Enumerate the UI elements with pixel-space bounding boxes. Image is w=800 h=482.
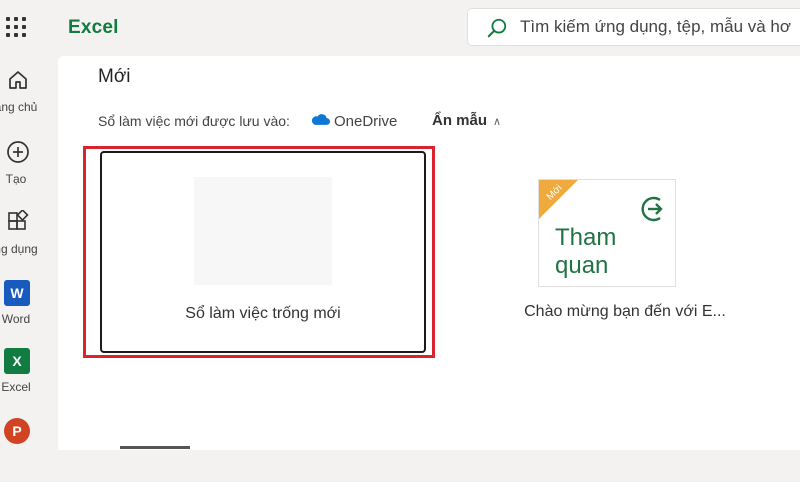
tour-thumbnail: Mới Tham quan [538, 179, 676, 287]
word-icon: W [4, 280, 30, 306]
nav-label-apps: ng dụng [0, 242, 38, 256]
search-input[interactable] [520, 9, 800, 45]
nav-label-excel: Excel [1, 380, 31, 394]
blank-workbook-caption: Sổ làm việc trống mới [185, 305, 341, 322]
plus-circle-icon [7, 141, 29, 163]
top-bar: Excel [0, 0, 800, 56]
excel-icon: X [4, 348, 30, 374]
nav-label-word: Word [1, 312, 31, 326]
chevron-up-icon: ∧ [493, 116, 502, 128]
blank-workbook-thumbnail [194, 177, 332, 285]
apps-icon [8, 210, 29, 230]
powerpoint-icon: P [4, 418, 30, 444]
tour-thumbnail-text: Tham quan [555, 224, 617, 279]
nav-item-apps[interactable]: ng dụng [0, 210, 58, 274]
hide-templates-toggle[interactable]: Ẩn mẫu ∧ [432, 112, 501, 129]
home-icon [9, 71, 27, 89]
nav-label-create: Tạo [5, 172, 27, 186]
search-box[interactable] [467, 8, 800, 46]
tour-caption: Chào mừng bạn đến với E... [524, 303, 726, 320]
nav-item-create[interactable]: Tạo [0, 140, 58, 204]
hide-templates-label: Ẩn mẫu [432, 112, 488, 129]
nav-item-excel[interactable]: X Excel [0, 348, 58, 412]
onedrive-icon [311, 114, 330, 125]
nav-label-home: ang chủ [0, 100, 38, 114]
search-icon [487, 18, 507, 38]
onedrive-link[interactable]: OneDrive [334, 113, 397, 130]
divider [120, 446, 190, 449]
main-content: Mới Sổ làm việc mới được lưu vào: OneDri… [58, 56, 800, 450]
section-title: Mới [98, 66, 131, 87]
app-launcher-icon[interactable] [5, 16, 27, 38]
app-title[interactable]: Excel [68, 17, 119, 39]
nav-item-home[interactable]: ang chủ [0, 68, 58, 132]
tour-template-card[interactable]: Mới Tham quan Chào mừng bạn đến với E... [470, 151, 780, 353]
save-location-label: Sổ làm việc mới được lưu vào: [98, 113, 290, 129]
left-nav-rail: ang chủ Tạo ng dụng W Word X Excel P [0, 56, 58, 450]
nav-item-powerpoint[interactable]: P [0, 418, 58, 482]
blank-workbook-card[interactable]: Sổ làm việc trống mới [100, 151, 426, 353]
nav-item-word[interactable]: W Word [0, 280, 58, 344]
arrow-right-circle-icon [641, 196, 663, 222]
